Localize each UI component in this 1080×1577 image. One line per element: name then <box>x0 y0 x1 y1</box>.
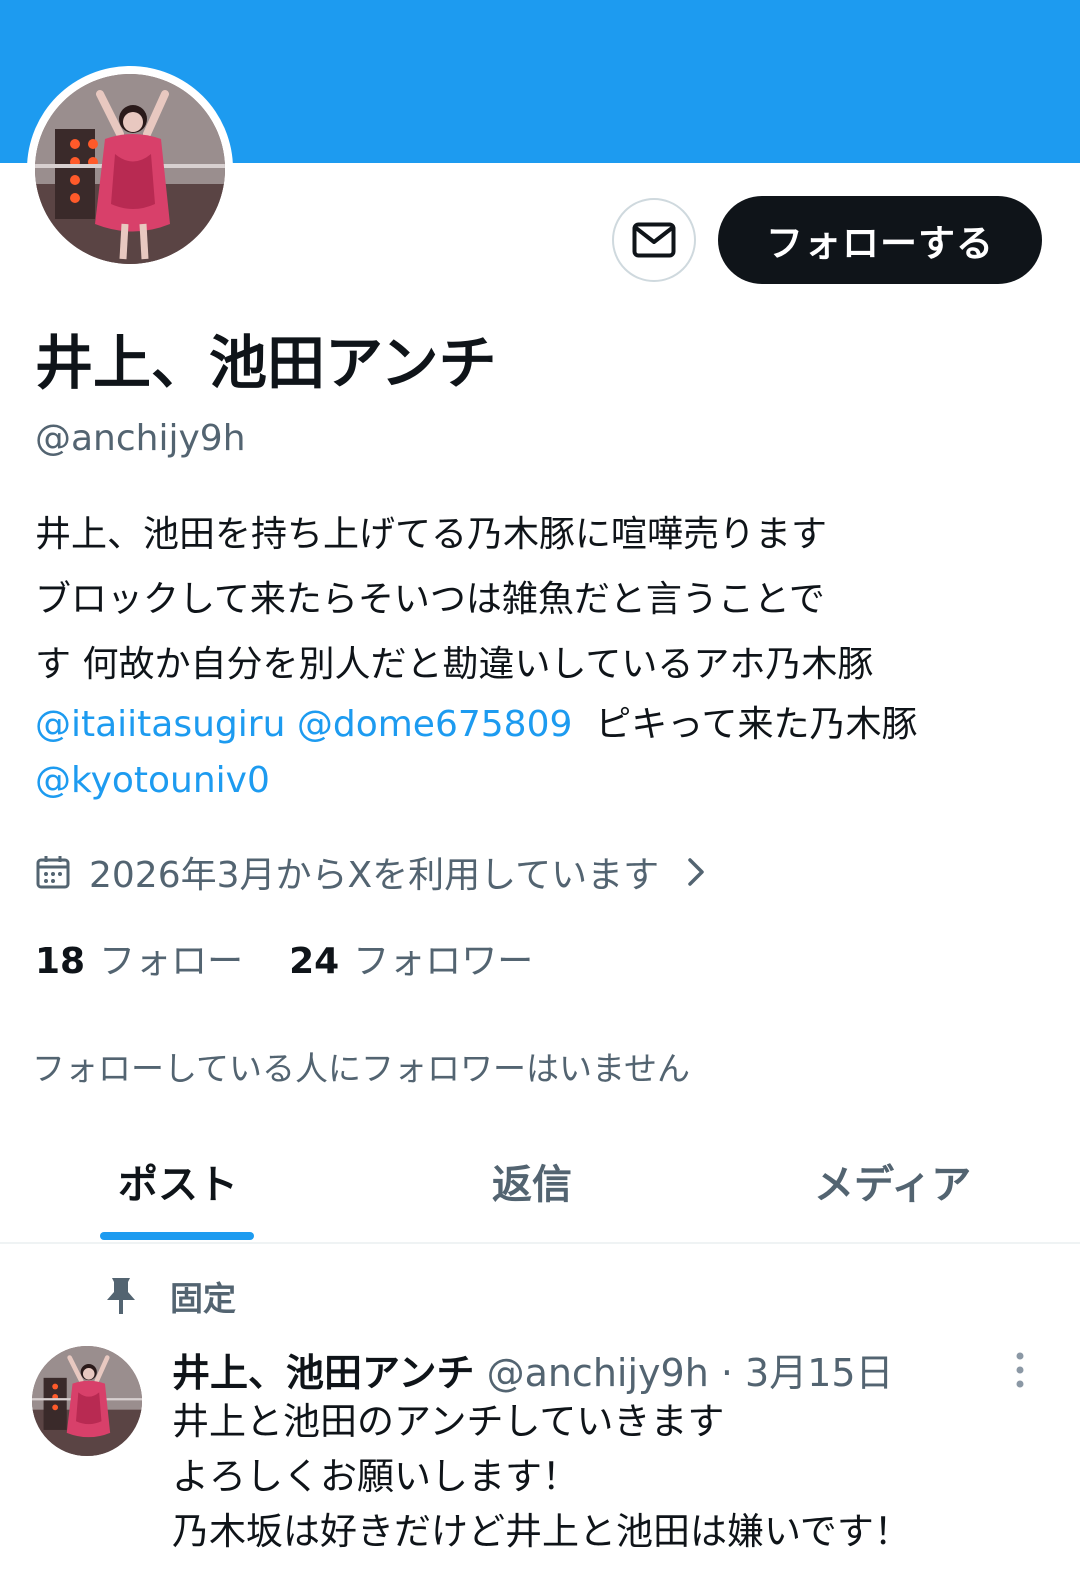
bio-mentions-line: @kyotouniv0 <box>35 753 1045 809</box>
more-vertical-icon[interactable] <box>1010 1350 1030 1390</box>
tab-replies[interactable]: 返信 <box>492 1152 572 1210</box>
message-button[interactable] <box>612 198 696 282</box>
bio-text: ピキって来た乃木豚 <box>595 704 918 745</box>
envelope-icon <box>632 222 676 258</box>
followers-label[interactable]: フォロワー <box>353 932 533 984</box>
follow-button[interactable]: フォローする <box>718 196 1042 284</box>
joined-date-row[interactable]: 2026年3月からXを利用しています <box>35 846 709 898</box>
avatar-photo <box>35 74 225 264</box>
following-count[interactable]: 18 <box>35 941 85 982</box>
bio-line: す 何故か自分を別人だと勘違いしているアホ乃木豚 <box>35 644 874 685</box>
profile-avatar[interactable] <box>27 66 233 272</box>
tab-posts[interactable]: ポスト <box>118 1152 238 1210</box>
mutual-followers-note: フォローしている人にフォロワーはいません <box>32 1049 691 1088</box>
avatar-photo-graphic <box>32 1346 142 1456</box>
profile-page: フォローする 井上、池田アンチ @anchijy9h 井上、池田を持ち上げてる乃… <box>0 0 1080 1577</box>
bio-mentions-line: @itaiitasugiru @dome675809 ピキって来た乃木豚 <box>35 697 1045 753</box>
active-tab-indicator <box>100 1232 254 1240</box>
follow-stats: 18 フォロー 24 フォロワー <box>35 932 533 984</box>
post-line: 井上と池田のアンチしていきます <box>172 1400 725 1443</box>
joined-date-text: 2026年3月からXを利用しています <box>89 855 660 896</box>
profile-bio: 井上、池田を持ち上げてる乃木豚に喧嘩売ります ブロックして来たらそいつは雑魚だと… <box>35 502 1045 809</box>
following-label[interactable]: フォロー <box>99 932 243 984</box>
post-author-name[interactable]: 井上、池田アンチ <box>172 1351 474 1395</box>
post-body: 井上と池田のアンチしていきます よろしくお願いします！ 乃木坂は好きだけど井上と… <box>172 1394 911 1559</box>
calendar-icon <box>36 856 70 889</box>
mention-link[interactable]: @dome675809 <box>297 704 573 745</box>
profile-display-name: 井上、池田アンチ <box>35 329 497 397</box>
post-meta: @anchijy9h · 3月15日 <box>474 1351 894 1395</box>
pinned-label: 固定 <box>170 1279 236 1318</box>
bio-line: ブロックして来たらそいつは雑魚だと言うことで <box>35 579 825 620</box>
avatar-photo-graphic <box>35 74 225 264</box>
post-author-avatar[interactable] <box>32 1346 142 1456</box>
bio-line: 井上、池田を持ち上げてる乃木豚に喧嘩売ります <box>35 514 828 555</box>
mention-link[interactable]: @itaiitasugiru <box>35 704 285 745</box>
tab-media[interactable]: メディア <box>814 1152 971 1210</box>
followers-count[interactable]: 24 <box>289 941 339 982</box>
pinned-indicator: 固定 <box>104 1272 236 1320</box>
chevron-right-icon <box>688 858 704 886</box>
post-line: よろしくお願いします！ <box>172 1455 579 1498</box>
profile-handle: @anchijy9h <box>35 418 246 459</box>
profile-tabs: ポスト 返信 メディア <box>0 1130 1080 1244</box>
mention-link[interactable]: @kyotouniv0 <box>35 760 270 801</box>
pin-icon <box>107 1278 135 1314</box>
post-line: 乃木坂は好きだけど井上と池田は嫌いです！ <box>172 1510 911 1553</box>
post-header: 井上、池田アンチ @anchijy9h · 3月15日 <box>172 1342 894 1397</box>
